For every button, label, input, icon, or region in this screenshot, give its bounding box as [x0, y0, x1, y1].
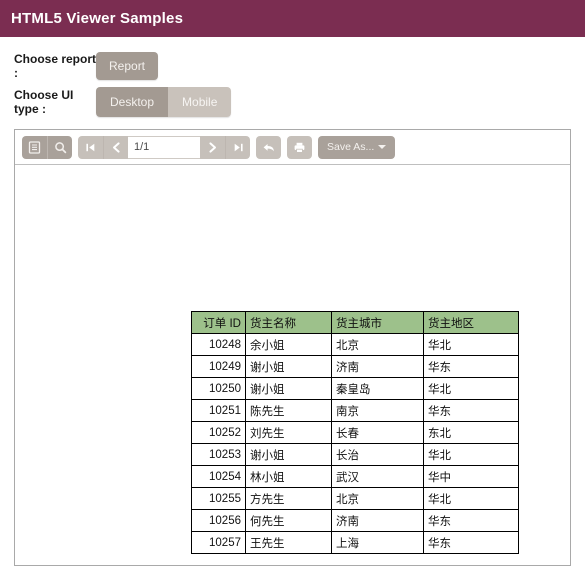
page-title: HTML5 Viewer Samples — [11, 10, 184, 27]
table-row: 10250 谢小姐 秦皇岛 华北 — [191, 377, 519, 400]
cell-ship-name: 谢小姐 — [245, 443, 332, 466]
first-page-button[interactable] — [78, 135, 103, 159]
last-page-icon — [232, 141, 245, 154]
cell-ship-region: 东北 — [423, 421, 519, 444]
toolbar-group-back — [256, 135, 281, 159]
ui-type-option-desktop[interactable]: Desktop — [96, 87, 169, 117]
column-header-ship-region: 货主地区 — [423, 311, 519, 334]
cell-order-id: 10254 — [191, 465, 246, 488]
cell-ship-region: 华东 — [423, 509, 519, 532]
cell-ship-city: 长治 — [331, 443, 424, 466]
cell-order-id: 10251 — [191, 399, 246, 422]
cell-order-id: 10253 — [191, 443, 246, 466]
back-button[interactable] — [256, 135, 281, 159]
report-canvas: 订单 ID 货主名称 货主城市 货主地区 10248 余小姐 北京 华北 10249 谢小… — [15, 165, 570, 565]
cell-ship-city: 武汉 — [331, 465, 424, 488]
cell-ship-region: 华北 — [423, 443, 519, 466]
cell-ship-region: 华北 — [423, 377, 519, 400]
cell-order-id: 10257 — [191, 531, 246, 554]
cell-ship-name: 谢小姐 — [245, 355, 332, 378]
chevron-down-icon — [378, 145, 387, 149]
toolbar-group-print — [287, 135, 312, 159]
cell-ship-city: 北京 — [331, 487, 424, 510]
choose-report-row: Choose report : Report — [14, 49, 585, 83]
save-as-button[interactable]: Save As... — [318, 135, 396, 159]
cell-ship-city: 北京 — [331, 333, 424, 356]
cell-order-id: 10255 — [191, 487, 246, 510]
report-table-body: 10248 余小姐 北京 华北 10249 谢小姐 济南 华东 10250 谢小姐 秦皇岛 华北 102… — [191, 333, 519, 554]
table-row: 10253 谢小姐 长治 华北 — [191, 443, 519, 466]
cell-ship-name: 何先生 — [245, 509, 332, 532]
cell-ship-region: 华东 — [423, 355, 519, 378]
previous-page-icon — [110, 141, 123, 154]
table-row: 10251 陈先生 南京 华东 — [191, 399, 519, 422]
table-row: 10254 林小姐 武汉 华中 — [191, 465, 519, 488]
ui-type-toggle-group: Desktop Mobile — [96, 87, 232, 117]
next-page-icon — [206, 141, 219, 154]
next-page-button[interactable] — [200, 135, 225, 159]
report-table: 订单 ID 货主名称 货主城市 货主地区 10248 余小姐 北京 华北 10249 谢小… — [191, 311, 519, 554]
table-header-row: 订单 ID 货主名称 货主城市 货主地区 — [191, 311, 519, 334]
table-row: 10249 谢小姐 济南 华东 — [191, 355, 519, 378]
cell-order-id: 10250 — [191, 377, 246, 400]
choose-ui-type-label: Choose UI type : — [14, 88, 74, 116]
cell-ship-region: 华东 — [423, 531, 519, 554]
chooser-area: Choose report : Report Choose UI type : … — [0, 37, 585, 119]
app-header: HTML5 Viewer Samples — [0, 0, 585, 37]
table-row: 10256 何先生 济南 华东 — [191, 509, 519, 532]
previous-page-button[interactable] — [103, 135, 128, 159]
search-icon — [54, 141, 67, 154]
table-row: 10248 余小姐 北京 华北 — [191, 333, 519, 356]
ui-type-option-mobile[interactable]: Mobile — [168, 87, 232, 117]
document-panel-icon — [28, 140, 41, 154]
cell-ship-name: 王先生 — [245, 531, 332, 554]
table-row: 10252 刘先生 长春 东北 — [191, 421, 519, 444]
column-header-order-id: 订单 ID — [191, 311, 246, 334]
toolbar-group-pagination — [78, 135, 250, 159]
cell-ship-name: 方先生 — [245, 487, 332, 510]
cell-order-id: 10256 — [191, 509, 246, 532]
parameters-panel-button[interactable] — [22, 135, 47, 159]
cell-ship-city: 南京 — [331, 399, 424, 422]
print-button[interactable] — [287, 135, 312, 159]
cell-ship-name: 陈先生 — [245, 399, 332, 422]
table-row: 10255 方先生 北京 华北 — [191, 487, 519, 510]
cell-ship-name: 林小姐 — [245, 465, 332, 488]
last-page-button[interactable] — [225, 135, 250, 159]
cell-ship-region: 华北 — [423, 487, 519, 510]
cell-ship-region: 华东 — [423, 399, 519, 422]
cell-ship-city: 济南 — [331, 355, 424, 378]
back-arrow-icon — [262, 141, 276, 154]
cell-order-id: 10248 — [191, 333, 246, 356]
cell-ship-region: 华北 — [423, 333, 519, 356]
save-as-label: Save As... — [327, 141, 375, 153]
cell-ship-city: 上海 — [331, 531, 424, 554]
report-viewer-panel: Save As... 订单 ID 货主名称 货主城市 货主地区 10248余小姐… — [14, 129, 571, 566]
cell-ship-city: 秦皇岛 — [331, 377, 424, 400]
cell-ship-name: 刘先生 — [245, 421, 332, 444]
cell-ship-city: 济南 — [331, 509, 424, 532]
page-number-input[interactable] — [128, 135, 200, 159]
print-icon — [293, 141, 306, 154]
column-header-ship-city: 货主城市 — [331, 311, 424, 334]
choose-ui-type-row: Choose UI type : Desktop Mobile — [14, 85, 585, 119]
cell-ship-name: 谢小姐 — [245, 377, 332, 400]
toolbar-group-tools — [22, 135, 72, 159]
report-table-head: 订单 ID 货主名称 货主城市 货主地区 — [191, 311, 519, 334]
table-row: 10257 王先生 上海 华东 — [191, 531, 519, 554]
column-header-ship-name: 货主名称 — [245, 311, 332, 334]
viewer-toolbar: Save As... — [15, 130, 570, 165]
cell-ship-region: 华中 — [423, 465, 519, 488]
first-page-icon — [84, 141, 97, 154]
cell-order-id: 10249 — [191, 355, 246, 378]
choose-report-label: Choose report : — [14, 52, 97, 80]
cell-ship-city: 长春 — [331, 421, 424, 444]
cell-order-id: 10252 — [191, 421, 246, 444]
search-button[interactable] — [47, 135, 72, 159]
cell-ship-name: 余小姐 — [245, 333, 332, 356]
report-button[interactable]: Report — [96, 52, 159, 80]
